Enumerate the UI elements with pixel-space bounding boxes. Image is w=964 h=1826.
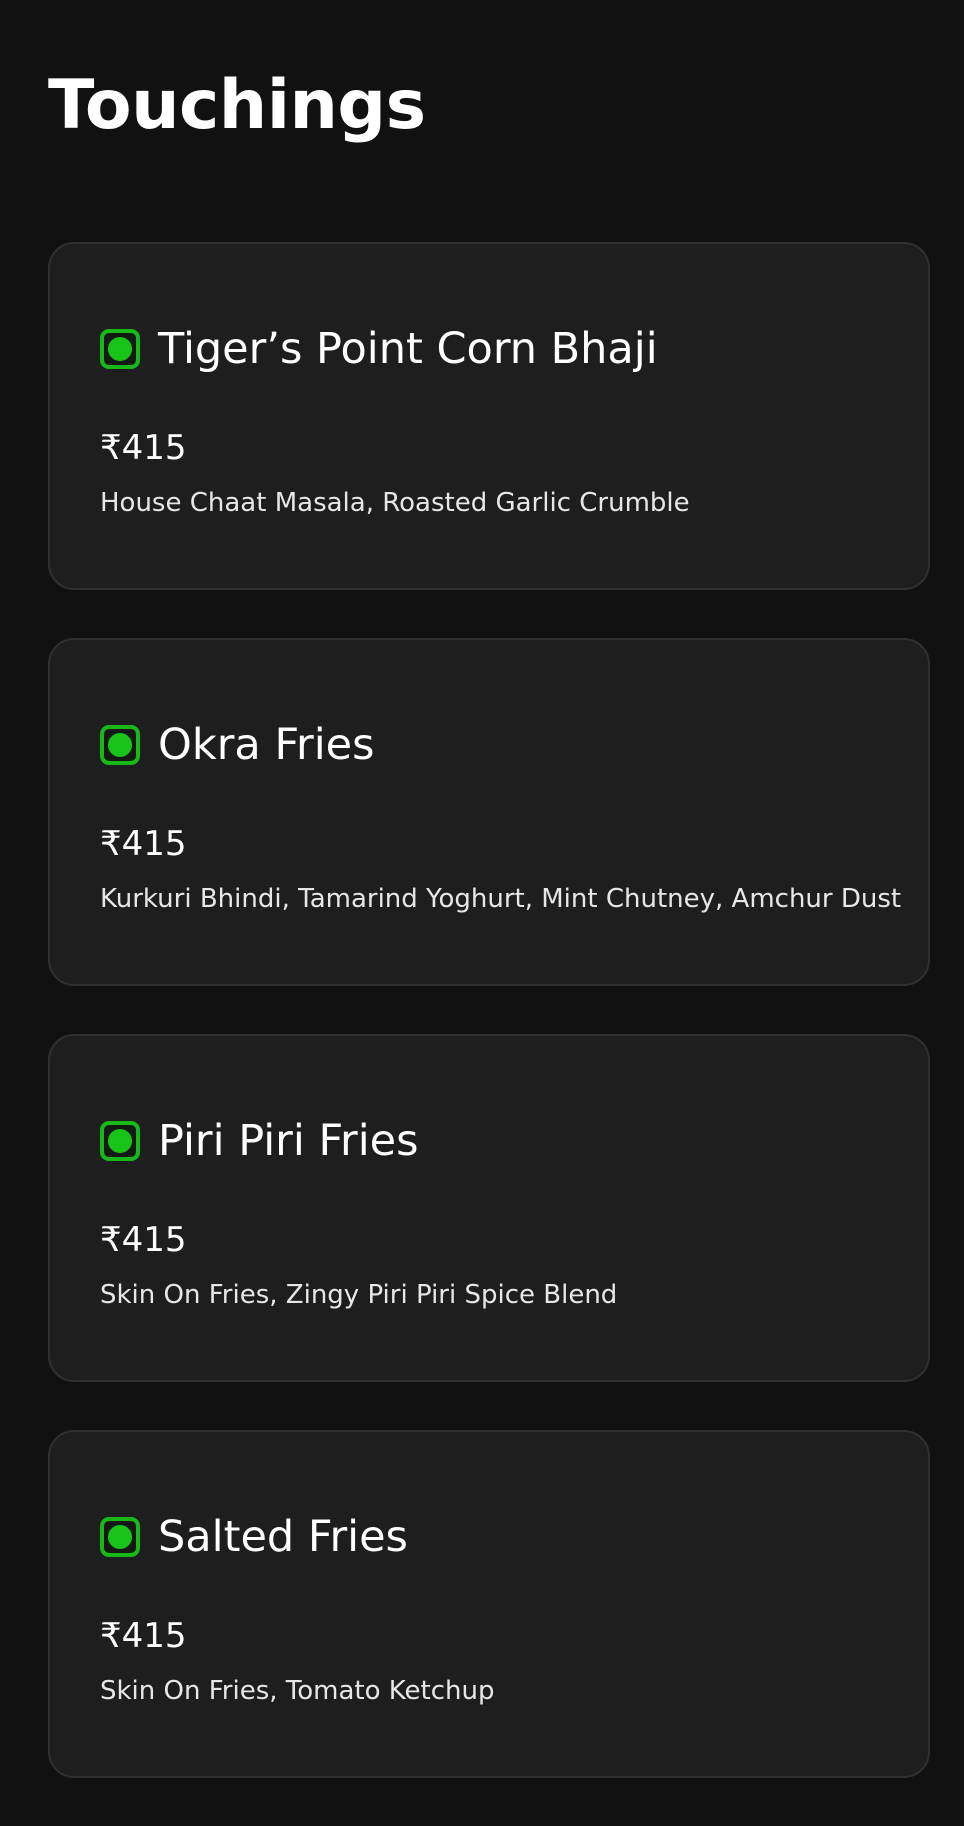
- veg-icon: [100, 1121, 140, 1161]
- veg-icon: [100, 1517, 140, 1557]
- menu-item-name: Okra Fries: [158, 720, 375, 770]
- menu-item-card[interactable]: Salted Fries ₹415 Skin On Fries, Tomato …: [48, 1430, 930, 1778]
- veg-dot-icon: [108, 337, 132, 361]
- veg-dot-icon: [108, 1525, 132, 1549]
- menu-item-name: Salted Fries: [158, 1512, 408, 1562]
- menu-list: Tiger’s Point Corn Bhaji ₹415 House Chaa…: [48, 242, 930, 1826]
- menu-item-price: ₹415: [100, 428, 187, 468]
- menu-item-header: Okra Fries: [100, 718, 375, 772]
- menu-item-card[interactable]: Okra Fries ₹415 Kurkuri Bhindi, Tamarind…: [48, 638, 930, 986]
- veg-dot-icon: [108, 1129, 132, 1153]
- menu-item-card[interactable]: Piri Piri Fries ₹415 Skin On Fries, Zing…: [48, 1034, 930, 1382]
- menu-item-name: Piri Piri Fries: [158, 1116, 419, 1166]
- menu-item-header: Piri Piri Fries: [100, 1114, 419, 1168]
- veg-icon: [100, 725, 140, 765]
- menu-item-header: Tiger’s Point Corn Bhaji: [100, 322, 658, 376]
- menu-page: Touchings Tiger’s Point Corn Bhaji ₹415 …: [0, 0, 964, 1816]
- menu-item-description: Skin On Fries, Tomato Ketchup: [100, 1676, 495, 1706]
- menu-item-header: Salted Fries: [100, 1510, 408, 1564]
- menu-item-description: Kurkuri Bhindi, Tamarind Yoghurt, Mint C…: [100, 884, 902, 914]
- section-title: Touchings: [48, 66, 426, 145]
- veg-dot-icon: [108, 733, 132, 757]
- menu-item-price: ₹415: [100, 1616, 187, 1656]
- menu-item-card[interactable]: Tiger’s Point Corn Bhaji ₹415 House Chaa…: [48, 242, 930, 590]
- menu-item-name: Tiger’s Point Corn Bhaji: [158, 324, 658, 374]
- menu-item-price: ₹415: [100, 1220, 187, 1260]
- veg-icon: [100, 329, 140, 369]
- menu-item-description: House Chaat Masala, Roasted Garlic Crumb…: [100, 488, 690, 518]
- menu-item-description: Skin On Fries, Zingy Piri Piri Spice Ble…: [100, 1280, 618, 1310]
- menu-item-price: ₹415: [100, 824, 187, 864]
